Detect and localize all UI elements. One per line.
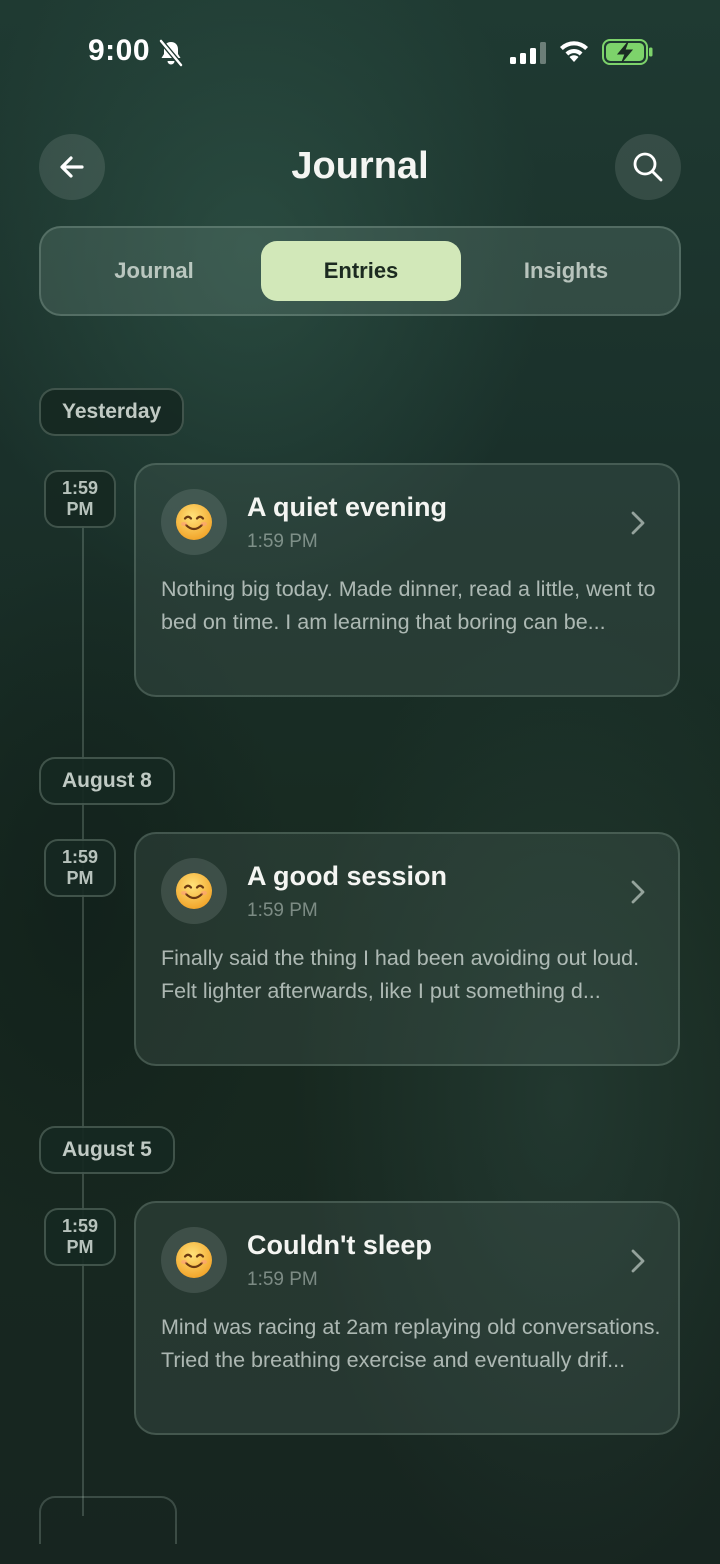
- time-chip-hour: 1:59: [61, 847, 99, 867]
- cellular-signal-icon: [510, 42, 546, 64]
- chevron-right-icon: [631, 880, 645, 904]
- mood-avatar: [161, 1227, 227, 1293]
- mood-avatar: [161, 489, 227, 555]
- journal-entries-screen: 9:00 Journal Journal Entries Insights Ye…: [0, 0, 720, 1564]
- entry-card[interactable]: A quiet evening 1:59 PM Nothing big toda…: [134, 463, 680, 697]
- smiling-face-icon: [176, 504, 212, 540]
- tab-segmented-control: Journal Entries Insights: [39, 226, 681, 316]
- date-header-partial: [39, 1496, 177, 1544]
- date-header: August 8: [39, 757, 175, 805]
- entry-title: A good session: [247, 861, 448, 891]
- entry-preview: Nothing big today. Made dinner, read a l…: [161, 577, 656, 634]
- smiling-face-icon: [176, 873, 212, 909]
- chevron-right-icon: [631, 511, 645, 535]
- date-header: August 5: [39, 1126, 175, 1174]
- timeline-line: [82, 526, 84, 1516]
- search-icon: [633, 152, 663, 182]
- tab-entries[interactable]: Entries: [261, 241, 461, 301]
- battery-charging-icon: [602, 39, 653, 65]
- time-chip: 1:59 PM: [44, 839, 116, 897]
- entry-title: Couldn't sleep: [247, 1230, 432, 1260]
- status-time: 9:00: [88, 34, 151, 67]
- entry-title: A quiet evening: [247, 492, 448, 522]
- time-chip-hour: 1:59: [61, 1216, 99, 1236]
- time-chip-ampm: PM: [66, 868, 94, 888]
- entry-preview: Finally said the thing I had been avoidi…: [161, 946, 640, 1003]
- bell-muted-icon: [159, 39, 183, 67]
- entry-time: 1:59 PM: [247, 1269, 318, 1290]
- entry-time: 1:59 PM: [247, 531, 318, 552]
- time-chip: 1:59 PM: [44, 470, 116, 528]
- entry-card[interactable]: Couldn't sleep 1:59 PM Mind was racing a…: [134, 1201, 680, 1435]
- wifi-icon: [560, 41, 588, 62]
- smiling-face-icon: [176, 1242, 212, 1278]
- time-chip-hour: 1:59: [61, 478, 99, 498]
- time-chip-ampm: PM: [66, 499, 94, 519]
- entry-preview: Mind was racing at 2am replaying old con…: [161, 1315, 661, 1372]
- entry-card[interactable]: A good session 1:59 PM Finally said the …: [134, 832, 680, 1066]
- chevron-right-icon: [631, 1249, 645, 1273]
- entry-time: 1:59 PM: [247, 900, 318, 921]
- mood-avatar: [161, 858, 227, 924]
- page-title: Journal: [291, 145, 429, 187]
- tab-insights[interactable]: Insights: [466, 241, 666, 301]
- time-chip-ampm: PM: [66, 1237, 94, 1257]
- time-chip: 1:59 PM: [44, 1208, 116, 1266]
- search-button[interactable]: [615, 134, 681, 200]
- tab-journal[interactable]: Journal: [54, 241, 254, 301]
- date-header: Yesterday: [39, 388, 185, 436]
